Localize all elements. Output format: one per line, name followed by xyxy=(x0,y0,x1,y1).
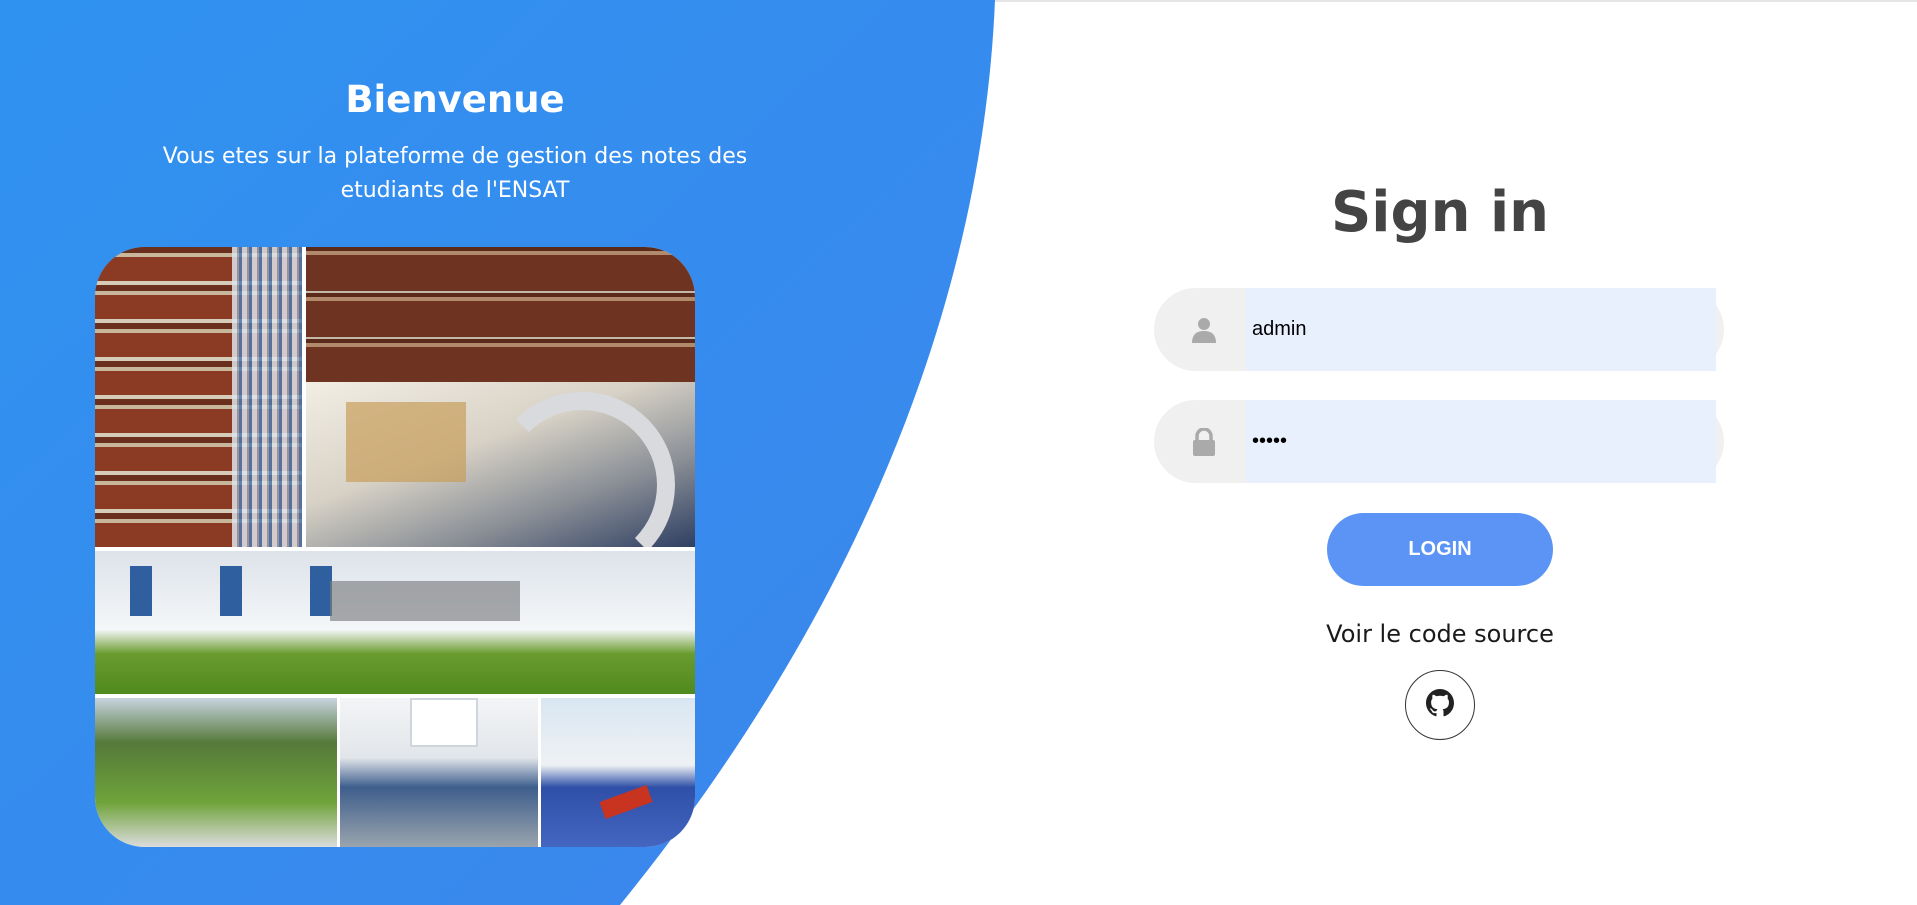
lock-icon xyxy=(1154,400,1254,483)
library-reading-room-photo xyxy=(306,382,695,547)
login-button[interactable]: LOGIN xyxy=(1327,513,1553,586)
user-icon xyxy=(1154,288,1254,371)
library-shelves-photo xyxy=(95,247,302,547)
github-icon xyxy=(1426,689,1454,721)
campus-photo-collage xyxy=(95,247,695,847)
signin-title: Sign in xyxy=(1330,180,1550,245)
library-upper-shelves-photo xyxy=(306,247,695,382)
signin-panel: Sign in LOGIN Voir le code source xyxy=(1100,0,1780,905)
password-input[interactable] xyxy=(1246,400,1716,483)
username-field xyxy=(1154,288,1724,371)
welcome-description: Vous etes sur la plateforme de gestion d… xyxy=(162,144,748,203)
school-building-photo xyxy=(95,551,695,694)
welcome-panel: Bienvenue Vous etes sur la plateforme de… xyxy=(0,0,910,905)
source-code-label: Voir le code source xyxy=(1326,620,1554,648)
github-link-button[interactable] xyxy=(1405,670,1475,740)
password-field xyxy=(1154,400,1724,483)
pool-photo xyxy=(541,698,695,847)
entrance-hall-photo xyxy=(340,698,538,847)
welcome-title: Bienvenue xyxy=(345,78,565,121)
username-input[interactable] xyxy=(1246,288,1716,371)
garden-path-photo xyxy=(95,698,337,847)
